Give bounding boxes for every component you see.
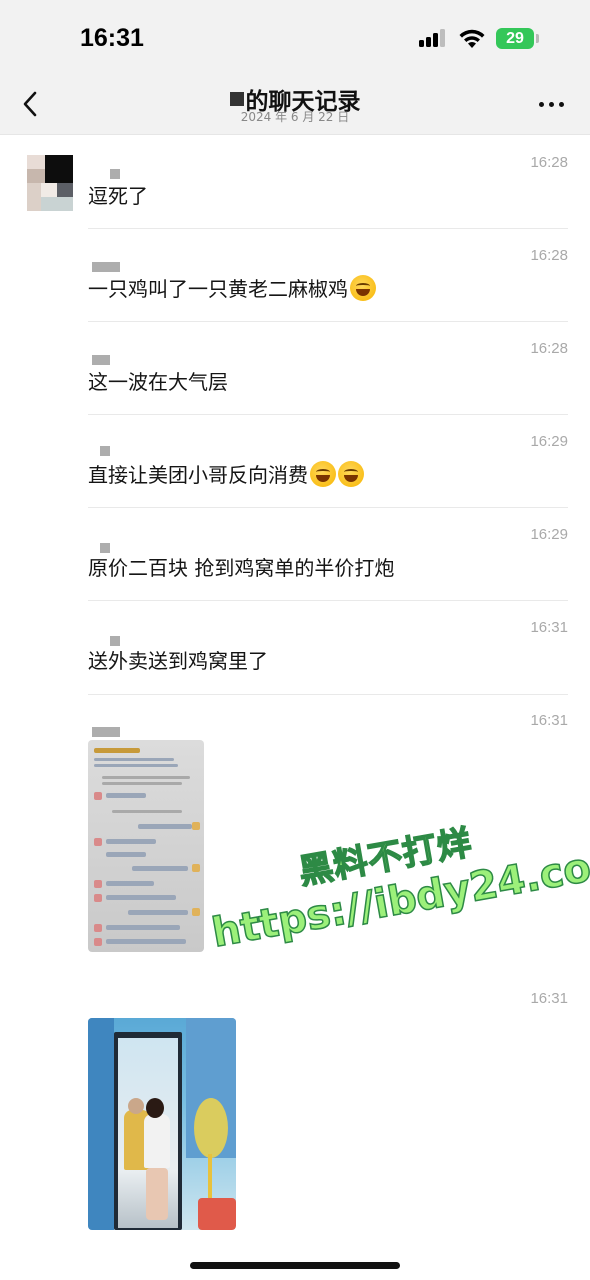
divider <box>88 600 568 601</box>
list-item[interactable]: 16:31 <box>88 990 568 1010</box>
chat-screenshot-image[interactable] <box>88 740 204 952</box>
sender-name-redacted <box>92 257 120 272</box>
message-time: 16:31 <box>530 619 568 636</box>
message-text: 逗死了 <box>88 184 148 208</box>
divider <box>88 507 568 508</box>
laugh-cry-emoji <box>338 461 364 487</box>
mirror-selfie-photo[interactable] <box>88 1018 236 1230</box>
nav-date: 2024 年 6 月 22 日 <box>240 110 350 124</box>
laugh-cry-emoji <box>350 275 376 301</box>
home-indicator[interactable] <box>190 1262 400 1269</box>
status-bar: 16:31 29 <box>0 0 590 78</box>
message-text: 原价二百块 抢到鸡窝单的半价打炮 <box>88 556 395 580</box>
list-item[interactable]: 16:29 原价二百块 抢到鸡窝单的半价打炮 <box>88 526 568 586</box>
sender-name-redacted <box>100 441 110 456</box>
sender-name-redacted <box>110 631 120 646</box>
message-time: 16:31 <box>530 990 568 1007</box>
sender-name-redacted <box>92 350 110 365</box>
redacted-name-block <box>229 92 244 106</box>
message-time: 16:29 <box>530 526 568 543</box>
status-time: 16:31 <box>80 24 144 52</box>
watermark: 黑料不打烊 https://ibdy24.com <box>200 796 590 990</box>
laugh-cry-emoji <box>310 461 336 487</box>
message-time: 16:29 <box>530 433 568 450</box>
battery-tip <box>536 34 539 43</box>
message-time: 16:28 <box>530 154 568 171</box>
message-time: 16:31 <box>530 712 568 729</box>
divider <box>88 414 568 415</box>
divider <box>88 694 568 695</box>
sender-name-redacted <box>110 164 120 179</box>
message-time: 16:28 <box>530 340 568 357</box>
divider <box>88 321 568 322</box>
message-time: 16:28 <box>530 247 568 264</box>
list-item[interactable]: 16:28 逗死了 <box>88 154 568 214</box>
avatar[interactable] <box>27 155 73 211</box>
message-text: 这一波在大气层 <box>88 370 228 394</box>
nav-bar: 的聊天记录 2024 年 6 月 22 日 <box>0 78 590 135</box>
signal-icon <box>419 29 449 47</box>
message-text: 一只鸡叫了一只黄老二麻椒鸡 <box>88 273 376 302</box>
wifi-icon <box>459 29 485 48</box>
list-item[interactable]: 16:31 <box>88 712 568 737</box>
divider <box>88 228 568 229</box>
message-text: 送外卖送到鸡窝里了 <box>88 649 268 673</box>
list-item[interactable]: 16:28 这一波在大气层 <box>88 340 568 400</box>
sender-name-redacted <box>100 538 110 553</box>
message-text: 直接让美团小哥反向消费 <box>88 459 364 488</box>
battery-icon: 29 <box>496 28 534 49</box>
more-dots-icon[interactable] <box>539 102 565 110</box>
list-item[interactable]: 16:28 一只鸡叫了一只黄老二麻椒鸡 <box>88 247 568 307</box>
list-item[interactable]: 16:29 直接让美团小哥反向消费 <box>88 433 568 493</box>
sender-name-redacted <box>92 722 120 737</box>
list-item[interactable]: 16:31 送外卖送到鸡窝里了 <box>88 619 568 679</box>
message-text-content: 一只鸡叫了一只黄老二麻椒鸡 <box>88 277 348 301</box>
message-text-content: 直接让美团小哥反向消费 <box>88 463 308 487</box>
